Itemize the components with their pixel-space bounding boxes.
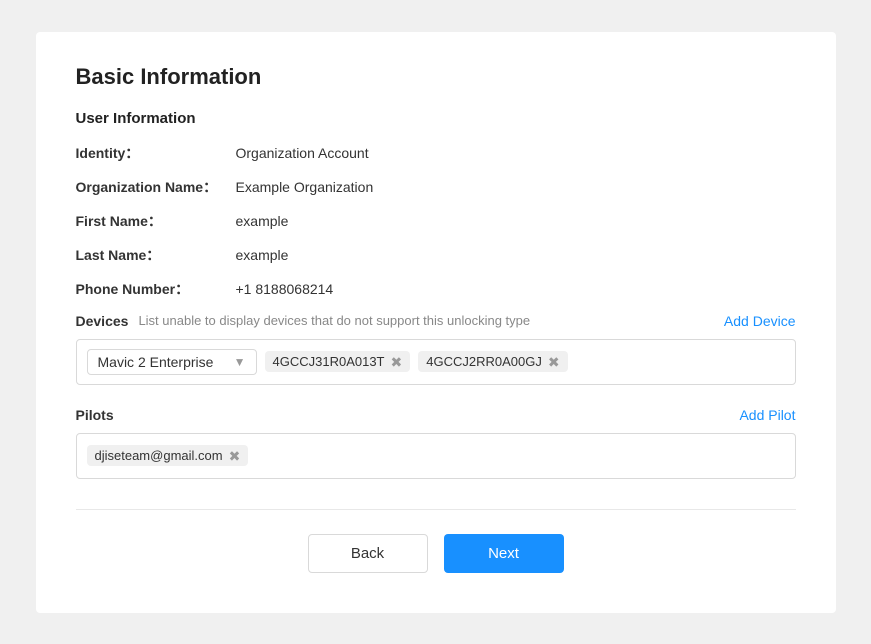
devices-hint: List unable to display devices that do n… <box>138 313 530 328</box>
first-name-row: First Name： example <box>76 211 796 231</box>
identity-label: Identity： <box>76 143 236 163</box>
first-name-value: example <box>236 213 289 229</box>
pilots-header: Pilots Add Pilot <box>76 407 796 423</box>
chevron-down-icon: ▼ <box>234 355 246 369</box>
back-button[interactable]: Back <box>308 534 428 573</box>
last-name-label: Last Name： <box>76 245 236 265</box>
org-name-row: Organization Name： Example Organization <box>76 177 796 197</box>
devices-left: Devices List unable to display devices t… <box>76 313 531 329</box>
add-device-link[interactable]: Add Device <box>724 313 796 329</box>
pilot-tag-1-close-icon[interactable]: ✖ <box>229 449 241 463</box>
device-tag-1-value: 4GCCJ31R0A013T <box>273 354 385 369</box>
section-title: Basic Information <box>76 64 796 90</box>
phone-value: +1 8188068214 <box>236 281 334 297</box>
next-button[interactable]: Next <box>444 534 564 573</box>
pilots-section: Pilots Add Pilot djiseteam@gmail.com ✖ <box>76 407 796 479</box>
org-name-label: Organization Name： <box>76 177 236 197</box>
device-tag-1-close-icon[interactable]: ✖ <box>391 355 403 369</box>
device-tag-2-value: 4GCCJ2RR0A00GJ <box>426 354 542 369</box>
identity-value: Organization Account <box>236 145 369 161</box>
last-name-value: example <box>236 247 289 263</box>
device-tag-1: 4GCCJ31R0A013T ✖ <box>265 351 411 372</box>
main-card: Basic Information User Information Ident… <box>36 32 836 613</box>
pilots-box: djiseteam@gmail.com ✖ <box>76 433 796 479</box>
devices-header: Devices List unable to display devices t… <box>76 313 796 329</box>
phone-row: Phone Number： +1 8188068214 <box>76 279 796 299</box>
action-buttons: Back Next <box>76 534 796 573</box>
last-name-row: Last Name： example <box>76 245 796 265</box>
user-info-heading: User Information <box>76 110 796 127</box>
divider <box>76 509 796 510</box>
first-name-label: First Name： <box>76 211 236 231</box>
device-tag-2-close-icon[interactable]: ✖ <box>548 355 560 369</box>
device-model-value: Mavic 2 Enterprise <box>98 354 228 370</box>
devices-box: Mavic 2 Enterprise ▼ 4GCCJ31R0A013T ✖ 4G… <box>76 339 796 385</box>
org-name-value: Example Organization <box>236 179 374 195</box>
device-model-select[interactable]: Mavic 2 Enterprise ▼ <box>87 349 257 375</box>
device-tag-2: 4GCCJ2RR0A00GJ ✖ <box>418 351 567 372</box>
add-pilot-link[interactable]: Add Pilot <box>739 407 795 423</box>
pilots-label: Pilots <box>76 407 114 423</box>
pilot-tag-1-value: djiseteam@gmail.com <box>95 448 223 463</box>
devices-label: Devices <box>76 313 129 329</box>
phone-label: Phone Number： <box>76 279 236 299</box>
pilot-tag-1: djiseteam@gmail.com ✖ <box>87 445 249 466</box>
identity-row: Identity： Organization Account <box>76 143 796 163</box>
